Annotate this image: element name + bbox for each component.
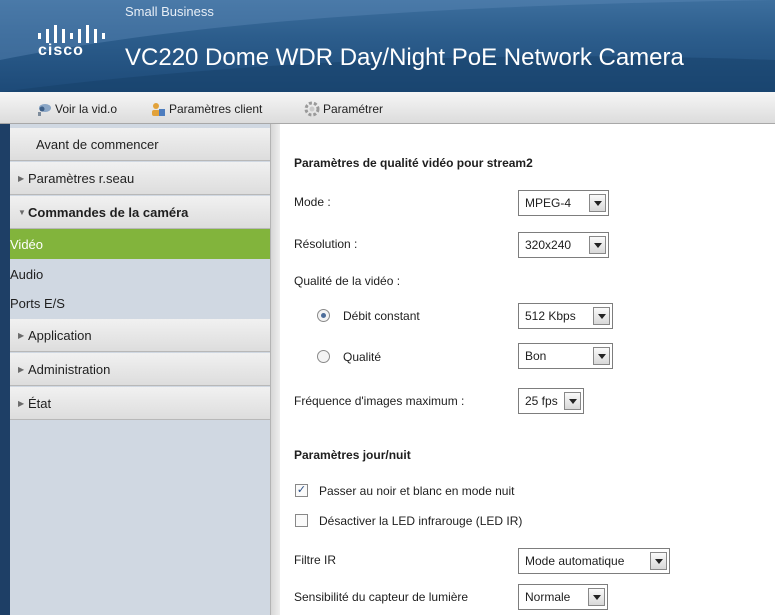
constant-bitrate-label: Débit constant — [343, 309, 420, 323]
nav-label: État — [28, 395, 52, 411]
resolution-select[interactable]: 320x240 — [518, 232, 609, 258]
view-video-button[interactable]: Voir la vid.o — [36, 100, 117, 118]
disable-ir-led-label: Désactiver la LED infrarouge (LED IR) — [319, 514, 523, 528]
collapsed-arrow-icon: ▶ — [18, 364, 25, 374]
nav-network-settings[interactable]: ▶ Paramètres r.seau — [10, 162, 270, 195]
nav-video[interactable]: Vidéo — [10, 229, 270, 259]
resolution-label: Résolution : — [294, 237, 358, 251]
sidebar-divider[interactable] — [270, 124, 280, 615]
nav-io-ports[interactable]: Ports E/S — [10, 288, 270, 318]
camera-icon — [38, 104, 51, 116]
client-settings-button[interactable]: Paramètres client — [150, 100, 262, 118]
video-quality-section-title: Paramètres de qualité vidéo pour stream2 — [294, 156, 533, 170]
collapsed-arrow-icon: ▶ — [18, 173, 25, 183]
view-video-label: Voir la vid.o — [55, 102, 118, 116]
disable-ir-led-checkbox[interactable] — [295, 514, 308, 527]
expanded-arrow-icon: ▼ — [18, 207, 26, 217]
chevron-down-icon — [588, 588, 605, 606]
quality-radio[interactable] — [317, 350, 330, 363]
user-settings-icon — [152, 103, 165, 116]
light-sensor-label: Sensibilité du capteur de lumière — [294, 590, 469, 604]
chevron-down-icon — [593, 347, 610, 365]
sidebar-rail — [0, 124, 10, 615]
bitrate-select[interactable]: 512 Kbps — [518, 303, 613, 329]
bw-night-label: Passer au noir et blanc en mode nuit — [319, 484, 515, 498]
cisco-wordmark: cisco — [38, 42, 84, 59]
nav-label: Paramètres r.seau — [28, 170, 135, 186]
nav-camera-controls[interactable]: ▼ Commandes de la caméra — [10, 196, 270, 229]
nav-application[interactable]: ▶ Application — [10, 319, 270, 352]
chevron-down-icon — [650, 552, 667, 570]
chevron-down-icon — [564, 392, 581, 410]
chevron-down-icon — [589, 236, 606, 254]
quality-label: Qualité — [343, 350, 382, 364]
nav-label: Administration — [28, 361, 111, 377]
max-frame-rate-label: Fréquence d'images maximum : — [294, 394, 465, 408]
nav-label: Audio — [10, 266, 44, 282]
collapsed-arrow-icon: ▶ — [18, 330, 25, 340]
ir-filter-select[interactable]: Mode automatique — [518, 548, 670, 574]
app-header: cisco Small Business VC220 Dome WDR Day/… — [0, 0, 775, 92]
mode-value: MPEG-4 — [525, 196, 572, 210]
nav-label: Ports E/S — [10, 295, 65, 311]
app-title: VC220 Dome WDR Day/Night PoE Network Cam… — [125, 44, 684, 71]
gear-icon — [304, 101, 320, 117]
setup-button[interactable]: Paramétrer — [304, 100, 383, 118]
resolution-value: 320x240 — [525, 238, 572, 252]
chevron-down-icon — [589, 194, 606, 212]
chevron-down-icon — [593, 307, 610, 325]
ir-filter-label: Filtre IR — [294, 553, 336, 567]
light-sensor-select[interactable]: Normale — [518, 584, 608, 610]
collapsed-arrow-icon: ▶ — [18, 398, 25, 408]
mode-select[interactable]: MPEG-4 — [518, 190, 609, 216]
setup-label: Paramétrer — [323, 102, 384, 116]
video-quality-label: Qualité de la vidéo : — [294, 274, 401, 288]
constant-bitrate-radio[interactable] — [317, 309, 330, 322]
nav-label: Application — [28, 327, 92, 343]
ir-filter-value: Mode automatique — [525, 554, 625, 568]
nav-audio[interactable]: Audio — [10, 259, 270, 289]
nav-before-you-start[interactable]: Avant de commencer — [10, 128, 270, 161]
main-content: Paramètres de qualité vidéo pour stream2… — [281, 124, 775, 615]
toolbar: Voir la vid.o Paramètres client Paramétr… — [0, 92, 775, 124]
quality-select[interactable]: Bon — [518, 343, 613, 369]
nav-administration[interactable]: ▶ Administration — [10, 353, 270, 386]
frame-rate-value: 25 fps — [525, 394, 558, 408]
quality-value: Bon — [525, 349, 547, 363]
day-night-section-title: Paramètres jour/nuit — [294, 448, 411, 462]
frame-rate-select[interactable]: 25 fps — [518, 388, 584, 414]
bitrate-value: 512 Kbps — [525, 309, 576, 323]
brand-subtitle: Small Business — [125, 4, 214, 19]
nav-label: Commandes de la caméra — [28, 204, 189, 220]
mode-label: Mode : — [294, 195, 331, 209]
bw-night-checkbox[interactable]: ✓ — [295, 484, 308, 497]
light-sensor-value: Normale — [525, 590, 571, 604]
nav-status[interactable]: ▶ État — [10, 387, 270, 420]
client-settings-label: Paramètres client — [169, 102, 263, 116]
nav-label: Vidéo — [10, 236, 44, 252]
nav-label: Avant de commencer — [36, 136, 159, 152]
